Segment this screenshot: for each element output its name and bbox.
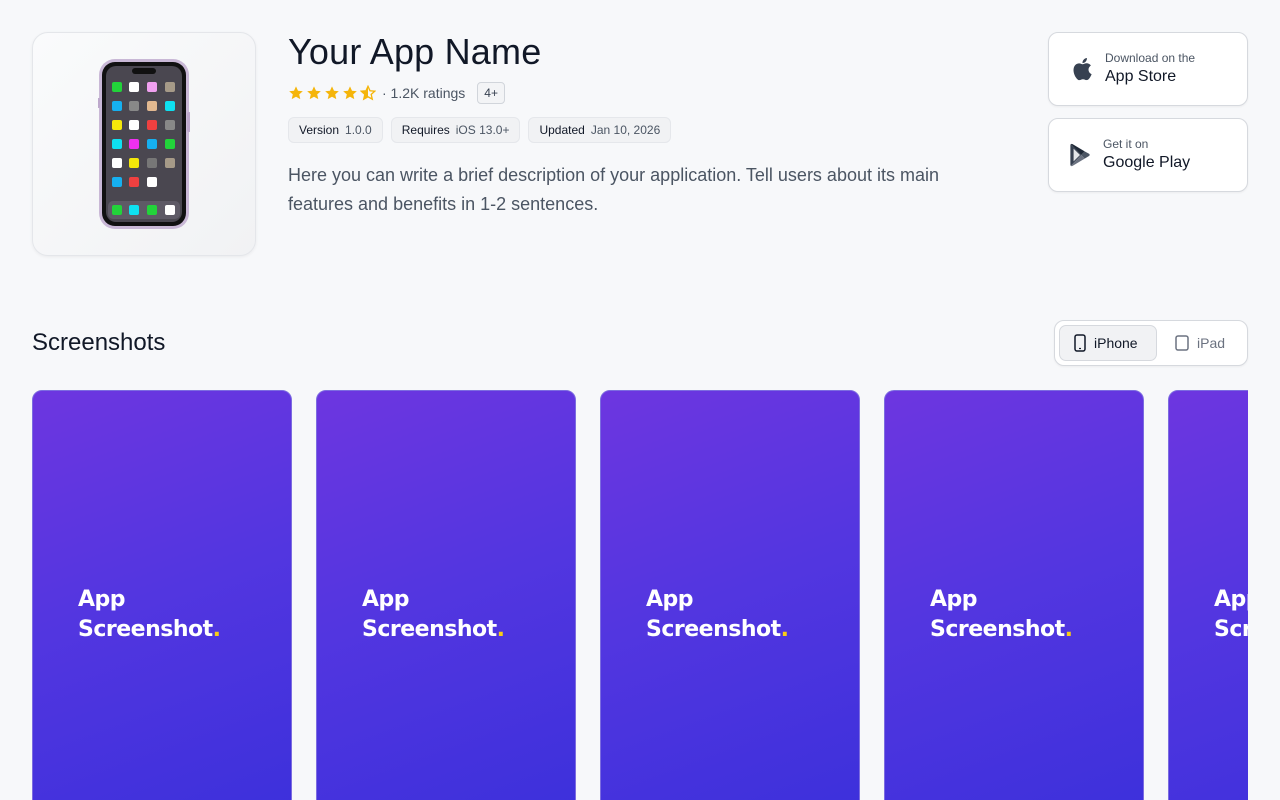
screenshot-line2: Screenshot	[1214, 617, 1248, 642]
screenshot-card[interactable]: App Screenshot.	[600, 390, 860, 800]
app-icon	[32, 32, 256, 256]
screenshot-dot: .	[212, 617, 221, 642]
screenshot-line2: Screenshot	[78, 617, 213, 642]
screenshot-line2: Screenshot	[930, 617, 1065, 642]
meta-key: Requires	[401, 123, 450, 137]
age-rating-badge: 4+	[477, 82, 505, 104]
screenshot-line2: Screenshot	[646, 617, 781, 642]
half-star-icon	[360, 85, 376, 101]
screenshots-title: Screenshots	[32, 329, 166, 356]
google-play-big: Google Play	[1103, 154, 1191, 171]
screenshot-label: App Screenshot.	[362, 585, 505, 645]
device-toggle: iPhone iPad	[1054, 320, 1248, 366]
requires-chip: Requires iOS 13.0+	[390, 117, 521, 143]
meta-value: Jan 10, 2026	[590, 123, 661, 137]
meta-value: 1.0.0	[345, 123, 372, 137]
iphone-home-screen-icon	[98, 59, 190, 229]
screenshot-card[interactable]: App Screenshot.	[32, 390, 292, 800]
screenshot-label: App Screenshot.	[930, 585, 1073, 645]
screenshot-line1: App	[646, 587, 694, 612]
iphone-toggle-label: iPhone	[1094, 335, 1138, 351]
screenshot-dot: .	[780, 617, 789, 642]
meta-chips: Version 1.0.0 Requires iOS 13.0+ Updated…	[288, 117, 988, 143]
screenshot-line2-wrap: Screenshot.	[78, 615, 221, 645]
meta-key: Version	[299, 123, 340, 137]
star-icon	[307, 86, 321, 100]
ipad-toggle[interactable]: iPad	[1161, 325, 1239, 361]
screenshot-line2-wrap: Screenshot.	[362, 615, 505, 645]
app-description: Here you can write a brief description o…	[288, 165, 939, 214]
app-info: Your App Name · 1.2K ratings 4+ Version …	[288, 32, 988, 219]
screenshot-card[interactable]: App Screenshot.	[884, 390, 1144, 800]
google-play-button[interactable]: Get it on Google Play	[1048, 118, 1248, 192]
screenshot-line1: App	[78, 587, 126, 612]
star-rating	[288, 85, 376, 101]
screenshot-dot: .	[496, 617, 505, 642]
app-title: Your App Name	[288, 31, 542, 72]
version-chip: Version 1.0.0	[288, 117, 383, 143]
screenshot-carousel[interactable]: App Screenshot. App Screenshot. App Scre…	[32, 390, 1248, 800]
updated-chip: Updated Jan 10, 2026	[528, 117, 672, 143]
iphone-toggle[interactable]: iPhone	[1059, 325, 1157, 361]
screenshot-card[interactable]: App Screenshot.	[316, 390, 576, 800]
app-store-text: Download on the App Store	[1105, 50, 1195, 88]
meta-key: Updated	[539, 123, 585, 137]
app-header: Your App Name · 1.2K ratings 4+ Version …	[32, 32, 1248, 258]
screenshot-line1: App	[930, 587, 978, 612]
google-play-icon	[1067, 142, 1093, 168]
apple-icon	[1069, 56, 1095, 82]
rating-count: · 1.2K ratings	[382, 85, 466, 101]
app-store-small: Download on the	[1105, 51, 1196, 65]
screenshot-line2-wrap: Screenshot.	[646, 615, 789, 645]
screenshot-line2-wrap: Screenshot.	[930, 615, 1073, 645]
phone-icon	[1074, 334, 1086, 352]
screenshot-line2-wrap: Screenshot.	[1214, 615, 1248, 645]
tablet-icon	[1175, 335, 1189, 351]
app-store-big: App Store	[1105, 68, 1177, 85]
star-icon	[289, 86, 303, 100]
screenshot-dot: .	[1064, 617, 1073, 642]
screenshot-line2: Screenshot	[362, 617, 497, 642]
rating-row: · 1.2K ratings 4+	[288, 81, 988, 105]
screenshot-card[interactable]: App Screenshot.	[1168, 390, 1248, 800]
star-icon	[325, 86, 339, 100]
screenshot-label: App Screenshot.	[1214, 585, 1248, 645]
screenshot-label: App Screenshot.	[78, 585, 221, 645]
screenshot-line1: App	[362, 587, 410, 612]
meta-value: iOS 13.0+	[455, 123, 510, 137]
star-icon	[343, 86, 357, 100]
screenshot-label: App Screenshot.	[646, 585, 789, 645]
google-play-text: Get it on Google Play	[1103, 136, 1190, 174]
screenshot-line1: App	[1214, 587, 1248, 612]
app-store-button[interactable]: Download on the App Store	[1048, 32, 1248, 106]
google-play-small: Get it on	[1103, 137, 1149, 151]
ipad-toggle-label: iPad	[1197, 335, 1226, 351]
